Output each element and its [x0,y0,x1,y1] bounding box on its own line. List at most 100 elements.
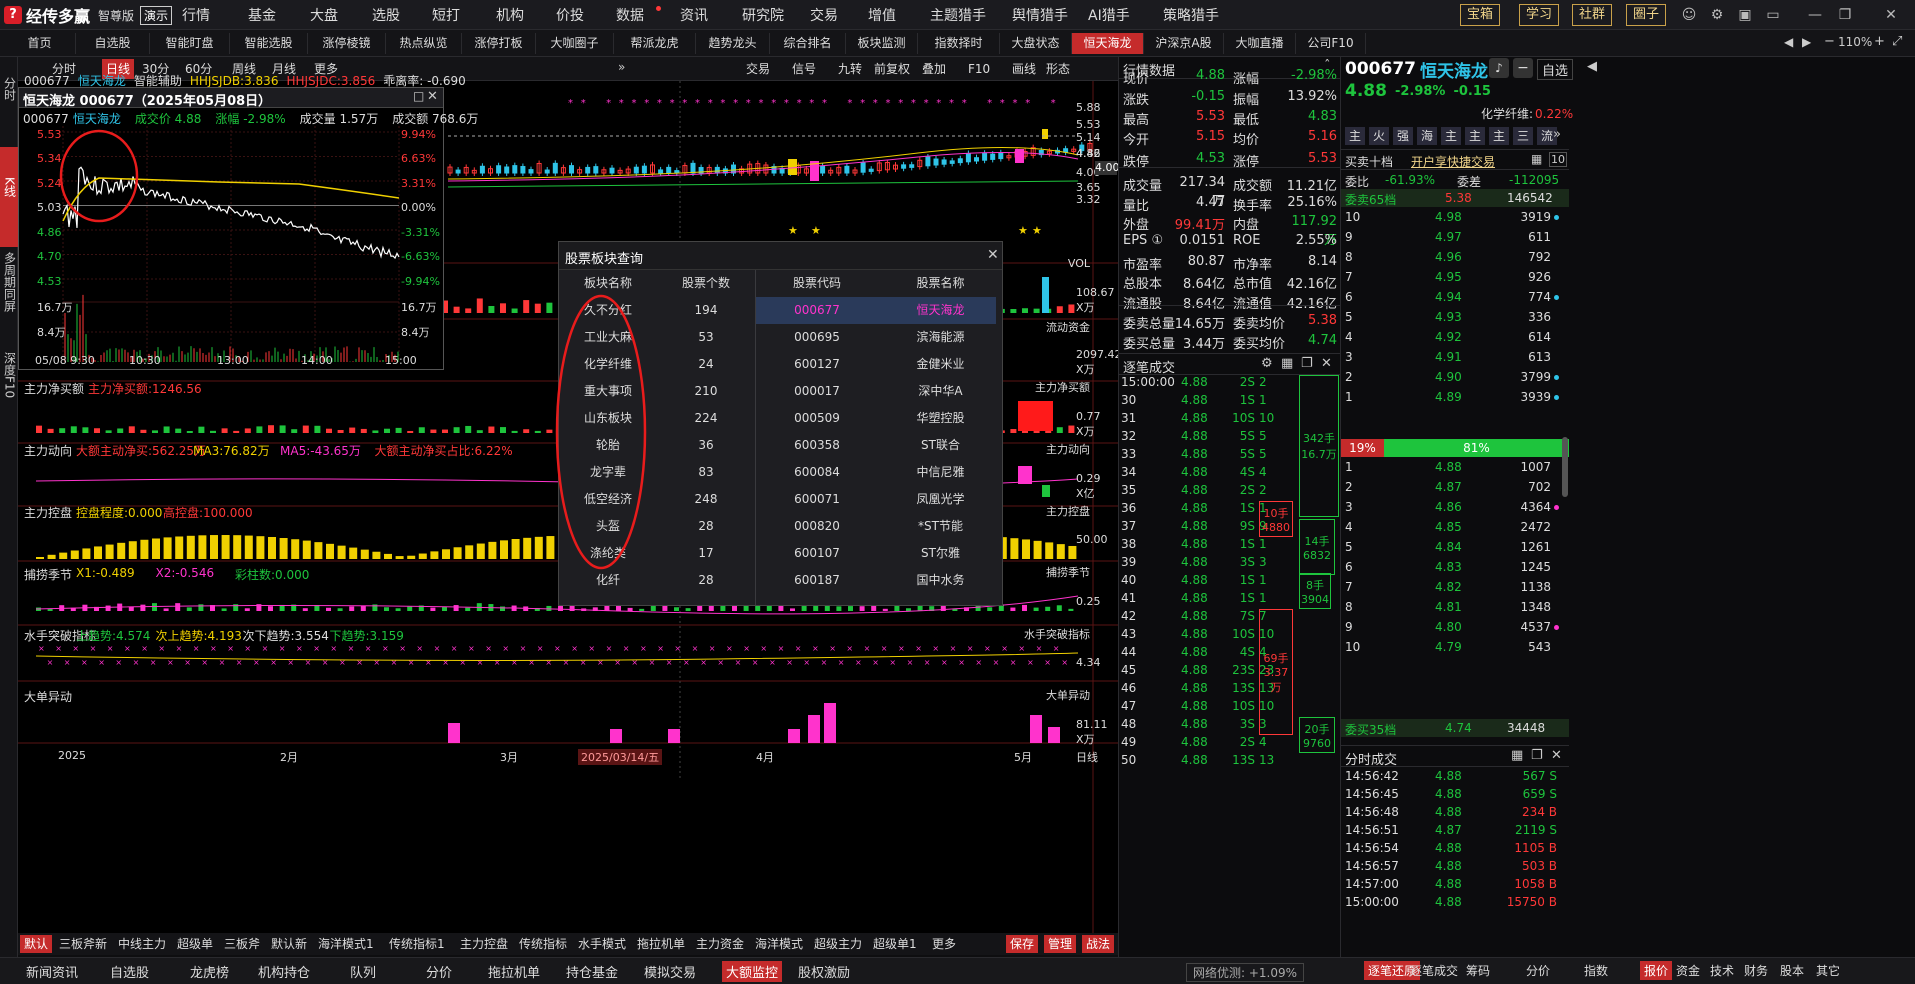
tick-close-icon[interactable]: ✕ [1321,356,1332,371]
template-button[interactable]: 海洋模式 [751,935,807,953]
bottom-right-tab[interactable]: 逐笔成交 [1410,962,1458,979]
top-menu-item[interactable]: 数据 [616,5,644,25]
tab-item[interactable]: 沪深京A股 [1144,33,1224,54]
tab-item[interactable]: 大咖圈子 [536,33,614,54]
chart-tool-button[interactable]: 形态 [1042,59,1074,79]
view-kline[interactable]: K线 [0,147,18,247]
zoom-out-icon[interactable]: − [1824,34,1835,49]
bottom-right-tab[interactable]: 股本 [1780,962,1804,979]
stock-name[interactable]: 华塑控股 [879,405,1002,432]
template-button[interactable]: 超级单 [173,935,217,953]
bottom-right-tab[interactable]: 资金 [1676,962,1700,979]
zoom-in-icon[interactable]: + [1874,34,1885,49]
top-button[interactable]: 学习 [1519,4,1560,26]
template-button[interactable]: 三板斧 [220,935,264,953]
ob-scrollbar[interactable] [1562,437,1568,497]
tab-next-icon[interactable]: ▶ [1802,35,1811,49]
top-menu-item[interactable]: 大盘 [310,5,338,25]
add-watch-button[interactable]: 自选 [1537,59,1574,80]
top-menu-item[interactable]: 研究院 [742,5,784,25]
stock-code[interactable]: 000820 [755,513,879,540]
ob-ten-icon[interactable]: 10 [1549,152,1567,167]
stock-name[interactable]: *ST节能 [879,513,1002,540]
template-button[interactable]: 默认新 [267,935,311,953]
tab-item[interactable]: 自选股 [76,33,150,54]
bottom-tab[interactable]: 大额监控 [722,961,783,982]
bottom-tab[interactable]: 龙虎榜 [190,962,229,981]
top-menu-item[interactable]: 行情 [182,5,210,25]
template-button[interactable]: 更多 [928,935,960,953]
stock-code[interactable]: 600071 [755,486,879,513]
indicator-toggle[interactable]: 三 [1513,127,1533,145]
template-button[interactable]: 超级单1 [869,935,921,953]
view-deep-f10[interactable]: 深度F10 [0,352,18,442]
top-menu-item[interactable]: 选股 [372,5,400,25]
fullscreen-icon[interactable]: ⤢ [1892,34,1902,49]
template-button[interactable]: 超级主力 [810,935,866,953]
indicator-toggle[interactable]: 主 [1345,127,1365,145]
demo-badge[interactable]: 演示 [140,5,173,25]
template-button[interactable]: 默认 [20,935,53,953]
template-button[interactable]: 水手模式 [574,935,630,953]
ob-tick-close-icon[interactable]: ✕ [1551,748,1562,763]
top-menu-item[interactable]: AI猎手 [1088,5,1130,25]
tab-item[interactable]: 板块监测 [846,33,918,54]
gear-icon[interactable]: ⚙ [1708,6,1726,24]
bottom-tab[interactable]: 模拟交易 [644,962,696,981]
tab-item[interactable]: 大咖直播 [1224,33,1296,54]
stock-name[interactable]: ST尔雅 [879,540,1002,567]
top-menu-item[interactable]: 策略猎手 [1163,5,1219,25]
chart-tool-button[interactable]: 前复权 [870,59,914,79]
stock-name[interactable]: 恒天海龙 [879,297,1002,324]
tab-item[interactable]: 大盘状态 [1000,33,1072,54]
stock-name[interactable]: 滨海能源 [879,324,1002,351]
dialog-titlebar[interactable]: 股票板块查询 ✕ [559,242,1002,270]
template-button[interactable]: 传统指标1 [385,935,449,953]
indicator-toggle[interactable]: 强 [1393,127,1413,145]
top-button[interactable]: 社群 [1572,4,1613,26]
top-menu-item[interactable]: 短打 [432,5,460,25]
stock-code[interactable]: 600358 [755,432,879,459]
intraday-titlebar[interactable]: 恒天海龙 000677（2025年05月08日） □ ✕ [19,88,443,109]
stock-name[interactable]: 深中华A [879,378,1002,405]
top-menu-item[interactable]: 基金 [248,5,276,25]
bottom-tab[interactable]: 自选股 [110,962,149,981]
ob-sector[interactable]: 化学纤维: 0.22% [1481,105,1573,122]
layout-icon[interactable]: ▣ [1736,6,1754,24]
stock-name[interactable]: ST联合 [879,432,1002,459]
bottom-right-tab[interactable]: 技术 [1710,962,1734,979]
indicator-toggle[interactable]: 主 [1441,127,1461,145]
indicator-toggle[interactable]: 海 [1417,127,1437,145]
template-button[interactable]: 拖拉机单 [633,935,689,953]
bottom-tab[interactable]: 新闻资讯 [26,962,78,981]
chart-tool-button[interactable]: 九转 [834,59,866,79]
indicator-more-icon[interactable]: » [1553,127,1561,142]
stock-code[interactable]: 600127 [755,351,879,378]
bottom-right-tab[interactable]: 分价 [1526,962,1550,979]
tab-item[interactable]: 指数择时 [918,33,1000,54]
indicator-toggle[interactable]: 主 [1465,127,1485,145]
intraday-popup[interactable]: 恒天海龙 000677（2025年05月08日） □ ✕ 000677 恒天海龙… [18,87,478,370]
view-intraday[interactable]: 分时 [0,77,18,133]
minimize-icon[interactable]: — [1806,6,1824,24]
chart-tool-button[interactable]: 交易 [742,59,774,79]
ob-prev-icon[interactable]: ◀ [1587,59,1597,74]
intraday-maximize-icon[interactable]: □ [413,89,424,103]
bottom-tab[interactable]: 分价 [426,962,452,981]
template-button[interactable]: 三板斧新 [55,935,111,953]
minus-icon[interactable]: − [1513,58,1533,78]
tab-item[interactable]: 涨停棱镜 [308,33,386,54]
template-action-button[interactable]: 管理 [1044,935,1077,953]
tab-item[interactable]: 帮派龙虎 [614,33,696,54]
tick-expand-icon[interactable]: ❐ [1301,356,1313,371]
view-multi-period[interactable]: 多周期同屏 [0,252,18,352]
chart-tool-button[interactable]: F10 [964,59,994,79]
tab-item[interactable]: 涨停打板 [462,33,536,54]
template-button[interactable]: 主力控盘 [456,935,512,953]
chart-tool-button[interactable]: 画线 [1008,59,1040,79]
ob-grid-icon[interactable]: ▦ [1531,152,1542,166]
bottom-right-tab[interactable]: 报价 [1640,961,1673,980]
toolbar-collapse-icon[interactable]: » [618,60,625,74]
tab-item[interactable]: 综合排名 [770,33,846,54]
tab-item[interactable]: 智能选股 [230,33,308,54]
